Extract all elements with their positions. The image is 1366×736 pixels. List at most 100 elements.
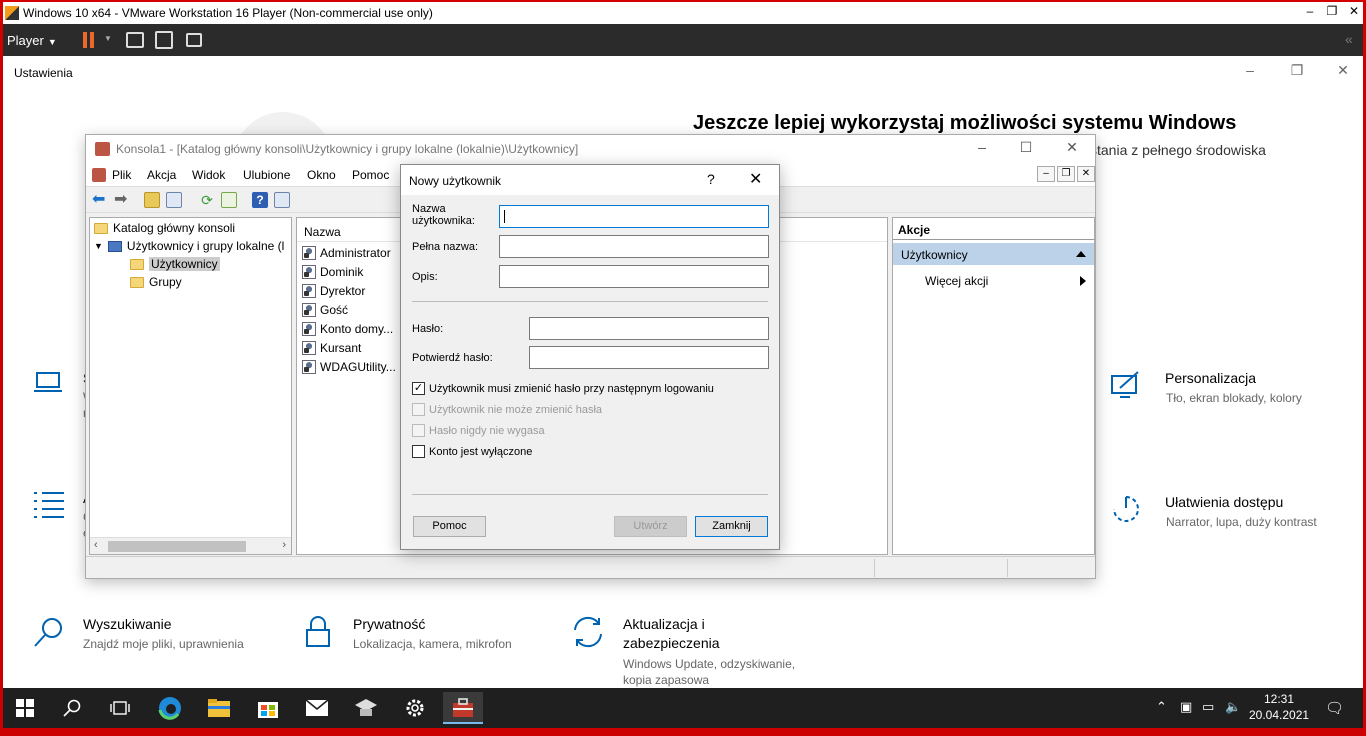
- pause-dropdown-icon[interactable]: ▼: [104, 34, 112, 43]
- device-icon[interactable]: ▣: [1180, 699, 1192, 715]
- show-hide-tree-icon[interactable]: [166, 192, 182, 208]
- inner-close-button[interactable]: ✕: [1077, 166, 1095, 182]
- tile-personalizacja[interactable]: Personalizacja Tło, ekran blokady, kolor…: [1110, 370, 1340, 414]
- help-icon[interactable]: ?: [252, 192, 268, 208]
- list-item[interactable]: Gość: [302, 303, 348, 317]
- store-icon[interactable]: [248, 692, 288, 724]
- close-button[interactable]: Zamknij: [695, 516, 768, 537]
- scroll-left-icon[interactable]: ‹: [94, 539, 98, 551]
- settings-window-title: Ustawienia: [14, 66, 73, 80]
- tile-ulatwienia[interactable]: Ułatwienia dostępu Narrator, lupa, duży …: [1110, 494, 1340, 538]
- scroll-right-icon[interactable]: ›: [282, 539, 286, 551]
- settings-close-button[interactable]: ✕: [1331, 62, 1355, 79]
- unity-icon[interactable]: [186, 33, 202, 47]
- tile-apps[interactable]: A C e: [33, 490, 93, 540]
- tree-item-local-users-groups[interactable]: ▼ Użytkownicy i grupy lokalne (l: [94, 239, 284, 253]
- collapse-toolbar-icon[interactable]: «: [1345, 31, 1353, 47]
- list-item[interactable]: Dominik: [302, 265, 363, 279]
- menu-okno[interactable]: Okno: [307, 168, 336, 182]
- windows-start-icon[interactable]: [5, 692, 45, 724]
- list-item[interactable]: Kursant: [302, 341, 361, 355]
- collapse-up-icon[interactable]: [1076, 251, 1086, 257]
- checkbox-box[interactable]: [412, 445, 425, 458]
- mmc-minimize-button[interactable]: –: [970, 139, 994, 155]
- tile-ulatwienia-title: Ułatwienia dostępu: [1165, 494, 1284, 510]
- folder-icon: [130, 258, 144, 270]
- inner-minimize-button[interactable]: –: [1037, 166, 1055, 182]
- tile-aktualizacja[interactable]: Aktualizacja i zabezpieczenia Windows Up…: [571, 616, 831, 688]
- more-actions-item[interactable]: Więcej akcji: [925, 274, 988, 288]
- network-icon[interactable]: ▭: [1202, 699, 1214, 715]
- checkbox-must-change-password[interactable]: ✓ Użytkownik musi zmienić hasło przy nas…: [412, 382, 714, 395]
- tile-wyszukiwanie-sub: Znajdź moje pliki, uprawnienia: [83, 637, 244, 651]
- username-label-line2: użytkownika:: [412, 215, 475, 227]
- refresh-icon[interactable]: ⟳: [199, 192, 215, 208]
- laptop-icon: [33, 370, 69, 406]
- help-button[interactable]: Pomoc: [413, 516, 486, 537]
- menu-ulubione[interactable]: Ulubione: [243, 168, 290, 182]
- vmware-restore-button[interactable]: ❐: [1321, 4, 1343, 18]
- tile-aktualizacja-title: Aktualizacja i: [623, 616, 705, 632]
- send-ctrl-alt-del-icon[interactable]: [126, 32, 144, 48]
- mmc-maximize-button[interactable]: ☐: [1014, 139, 1038, 156]
- fullname-input[interactable]: [499, 235, 769, 258]
- username-input[interactable]: [499, 205, 769, 228]
- list-item[interactable]: WDAGUtility...: [302, 360, 396, 374]
- scroll-thumb[interactable]: [108, 541, 246, 552]
- list-item[interactable]: Administrator: [302, 246, 391, 260]
- chevron-down-icon[interactable]: ▼: [94, 241, 103, 251]
- dialog-help-button[interactable]: ?: [707, 171, 715, 187]
- tile-prywatnosc[interactable]: Prywatność Lokalizacja, kamera, mikrofon: [303, 616, 543, 660]
- education-app-icon[interactable]: [346, 692, 386, 724]
- settings-gear-icon[interactable]: [395, 692, 435, 724]
- volume-icon[interactable]: 🔈: [1225, 699, 1241, 715]
- mail-icon[interactable]: [297, 692, 337, 724]
- tree-item-root[interactable]: Katalog główny konsoli: [94, 221, 235, 235]
- vmware-close-button[interactable]: ✕: [1343, 4, 1365, 18]
- show-hidden-icons-icon[interactable]: ⌃: [1156, 699, 1167, 715]
- tree-item-users[interactable]: Użytkownicy: [130, 257, 220, 271]
- mmc-close-button[interactable]: ✕: [1060, 139, 1084, 156]
- inner-restore-button[interactable]: ❐: [1057, 166, 1075, 182]
- task-view-icon[interactable]: [100, 692, 140, 724]
- file-explorer-icon[interactable]: [199, 692, 239, 724]
- forward-arrow-icon[interactable]: ➡: [114, 192, 130, 208]
- mmc-taskbar-icon[interactable]: [443, 692, 483, 724]
- mmc-status-bar: [86, 556, 1095, 578]
- pause-icon[interactable]: [81, 30, 101, 50]
- checkbox-box[interactable]: ✓: [412, 382, 425, 395]
- up-folder-icon[interactable]: [144, 192, 160, 208]
- back-arrow-icon[interactable]: ⬅: [92, 192, 108, 208]
- fullscreen-icon[interactable]: [155, 31, 173, 49]
- tile-system[interactable]: S W n: [33, 370, 94, 420]
- list-item[interactable]: Konto domy...: [302, 322, 393, 336]
- properties-icon[interactable]: [274, 192, 290, 208]
- tile-wyszukiwanie[interactable]: Wyszukiwanie Znajdź moje pliki, uprawnie…: [33, 616, 273, 660]
- export-list-icon[interactable]: [221, 192, 237, 208]
- edge-browser-icon[interactable]: [150, 692, 190, 724]
- tree-item-groups[interactable]: Grupy: [130, 275, 182, 289]
- system-clock[interactable]: 12:31 20.04.2021: [1249, 691, 1309, 723]
- search-icon[interactable]: [52, 692, 92, 724]
- description-input[interactable]: [499, 265, 769, 288]
- menu-widok[interactable]: Widok: [192, 168, 225, 182]
- tree-horizontal-scrollbar[interactable]: ‹ ›: [90, 537, 291, 554]
- mmc-title-bar: Konsola1 - [Katalog główny konsoli\Użytk…: [86, 135, 1095, 163]
- list-item[interactable]: Dyrektor: [302, 284, 365, 298]
- actions-pane: Akcje Użytkownicy Więcej akcji: [892, 217, 1095, 555]
- settings-restore-button[interactable]: ❐: [1285, 62, 1309, 79]
- checkbox-account-disabled[interactable]: Konto jest wyłączone: [412, 445, 532, 458]
- notifications-icon[interactable]: 🗨: [1325, 699, 1344, 717]
- vmware-minimize-button[interactable]: –: [1299, 4, 1321, 18]
- player-menu[interactable]: Player ▼: [7, 33, 57, 48]
- menu-akcja[interactable]: Akcja: [147, 168, 176, 182]
- toolbox-icon: [95, 142, 110, 156]
- settings-minimize-button[interactable]: –: [1238, 62, 1262, 78]
- password-input[interactable]: [529, 317, 769, 340]
- menu-plik[interactable]: Plik: [112, 168, 131, 182]
- user-name: Dyrektor: [320, 284, 366, 298]
- menu-pomoc[interactable]: Pomoc: [352, 168, 389, 182]
- confirm-password-input[interactable]: [529, 346, 769, 369]
- dialog-close-button[interactable]: ✕: [749, 169, 762, 189]
- actions-group-users[interactable]: Użytkownicy: [893, 243, 1094, 265]
